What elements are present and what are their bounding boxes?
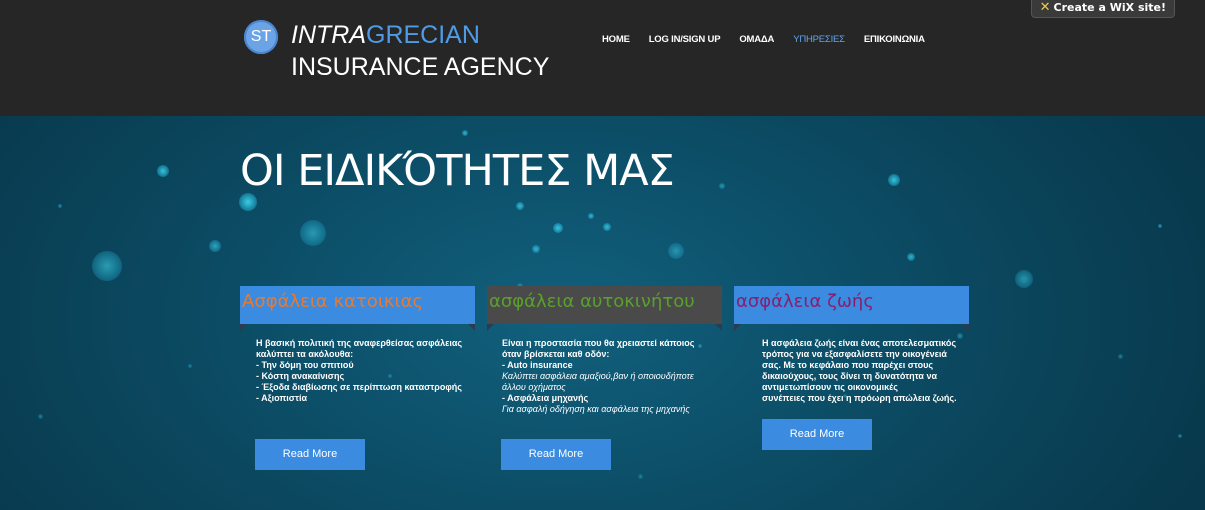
card-description-line: αντιμετωπίσουν τις οικονομικές (762, 382, 898, 392)
bokeh-dot (668, 243, 684, 259)
brand-name-rest: GRECIAN (366, 21, 480, 49)
bokeh-dot (1117, 353, 1123, 359)
read-more-button-car[interactable]: Read More (501, 439, 611, 470)
nav-contact[interactable]: ΕΠΙΚΟΙΝΩΝΙΑ (864, 33, 925, 47)
card-home-insurance: Ασφάλεια κατοικιας Η βασική πολιτική της… (240, 286, 475, 403)
card-description: Η βασική πολιτική της αναφερθείσας ασφάλ… (256, 338, 462, 404)
bokeh-dot (462, 130, 468, 136)
brand-name[interactable]: INTRAGRECIAN (291, 20, 480, 50)
logo-badge[interactable]: ST (244, 20, 278, 54)
bokeh-dot (1158, 224, 1162, 228)
bokeh-dot (603, 223, 611, 231)
brand-tagline: INSURANCE AGENCY (291, 53, 550, 81)
card-description-line: καλύπτει τα ακόλουθα: (256, 349, 354, 359)
bokeh-dot (637, 473, 643, 479)
brand-name-italic: INTRA (291, 21, 366, 49)
card-description-line: Είναι η προστασία που θα χρειαστεί κάποι… (502, 338, 695, 348)
bokeh-dot (37, 413, 43, 419)
bokeh-dot (300, 220, 326, 246)
card-description-line: - Κόστη ανακαίνισης (256, 371, 345, 381)
card-title: Ασφάλεια κατοικιας (240, 286, 475, 331)
nav-home[interactable]: HOME (602, 33, 630, 47)
card-description-line: δικαιούχους, τους δίνει τη δυνατότητα να (762, 371, 938, 381)
bokeh-dot (1178, 434, 1182, 438)
card-description: Είναι η προστασία που θα χρειαστεί κάποι… (502, 338, 695, 415)
nav-login-signup[interactable]: LOG IN/SIGN UP (649, 33, 721, 47)
bokeh-dot (957, 333, 963, 339)
card-description-line: Η ασφάλεια ζωής είναι ένας αποτελεσματικ… (762, 338, 957, 348)
card-description-line: όταν βρίσκεται καθ οδόν: (502, 349, 610, 359)
site-header: ✕ Create a WiX site! ST INTRAGRECIAN INSU… (0, 0, 1205, 116)
bokeh-dot (188, 364, 192, 368)
bokeh-dot (719, 183, 725, 189)
wix-x-icon: ✕ (1039, 0, 1051, 15)
bokeh-dot (157, 165, 169, 177)
bokeh-dot (907, 253, 915, 261)
card-description-line: - Έξοδα διαβίωσης σε περίπτωση καταστροφ… (256, 382, 462, 392)
card-title: ασφάλεια ζωής (734, 286, 969, 331)
card-description-line: σας. Με το κεφάλαιο που παρέχει στους (762, 360, 934, 370)
bokeh-dot (209, 240, 221, 252)
hero-section: ΟΙ ΕΙΔΙΚΌΤΗΤΕΣ ΜΑΣ Ασφάλεια κατοικιας Η … (0, 116, 1205, 510)
bokeh-dot (532, 245, 540, 253)
bokeh-dot (92, 251, 122, 281)
page-title: ΟΙ ΕΙΔΙΚΌΤΗΤΕΣ ΜΑΣ (240, 146, 675, 196)
bokeh-dot (588, 213, 594, 219)
card-description-line: τρόπος για να εξασφαλίσετε την οικογένει… (762, 349, 947, 359)
main-nav: HOME LOG IN/SIGN UP ΟΜΑΔΑ ΥΠΗΡΕΣΙΕΣ ΕΠΙΚ… (602, 33, 944, 47)
card-description-line: άλλου οχήματος (502, 382, 566, 392)
card-description-line: Καλύπτει ασφάλεια αμαξιού,βαν ή οποιουδή… (502, 371, 694, 381)
read-more-button-home[interactable]: Read More (255, 439, 365, 470)
bokeh-dot (58, 204, 62, 208)
read-more-button-life[interactable]: Read More (762, 419, 872, 450)
bokeh-dot (698, 344, 702, 348)
bokeh-dot (553, 223, 563, 233)
card-title: ασφάλεια αυτοκινήτου (487, 286, 722, 331)
bokeh-dot (888, 174, 900, 186)
bokeh-dot (516, 202, 524, 210)
wix-banner-label: Create a WiX site! (1053, 1, 1166, 14)
create-wix-site-banner[interactable]: ✕ Create a WiX site! (1030, 0, 1175, 18)
nav-services[interactable]: ΥΠΗΡΕΣΙΕΣ (793, 33, 845, 47)
card-life-insurance: ασφάλεια ζωής Η ασφάλεια ζωής είναι ένας… (734, 286, 969, 403)
card-description-line: - Ασφάλεια μηχανής (502, 393, 589, 403)
card-description-line: Η βασική πολιτική της αναφερθείσας ασφάλ… (256, 338, 463, 348)
card-car-insurance: ασφάλεια αυτοκινήτου Είναι η προστασία π… (487, 286, 722, 414)
bokeh-dot (1015, 270, 1033, 288)
card-description-line: - Αξιοπιστία (256, 393, 308, 403)
card-description-line: - Auto insurance (502, 360, 573, 370)
card-description-line: Για ασφαλή οδήγηση και ασφάλεια της μηχα… (502, 404, 690, 414)
nav-team[interactable]: ΟΜΑΔΑ (739, 33, 774, 47)
card-description-line: - Την δόμη του σπιτιού (256, 360, 354, 370)
card-description-line: συνέπειες που έχει η πρόωρη απώλεια ζωής… (762, 393, 957, 403)
card-description: Η ασφάλεια ζωής είναι ένας αποτελεσματικ… (762, 338, 957, 404)
